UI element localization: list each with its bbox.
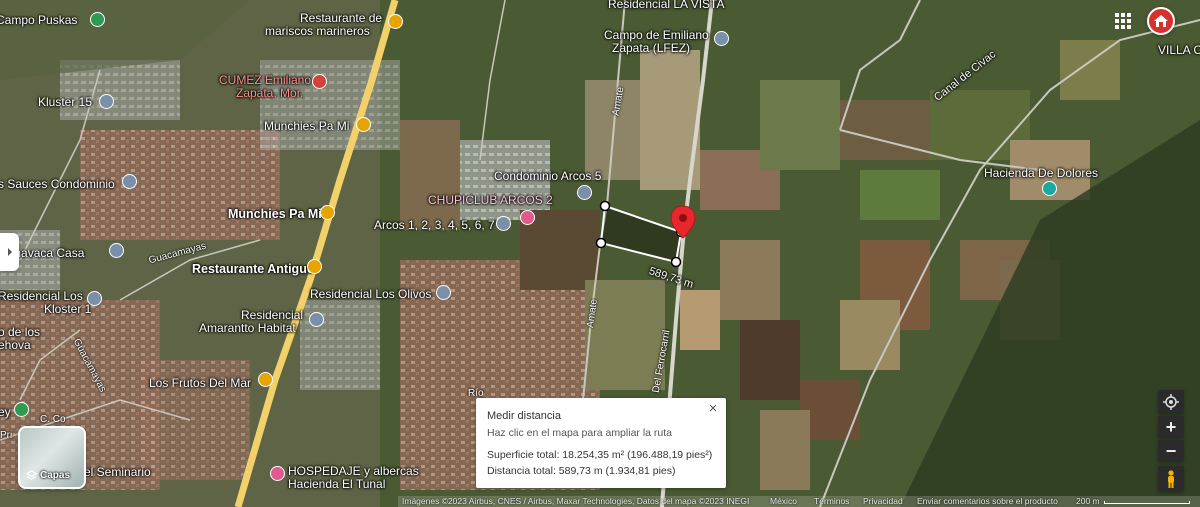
place-residencial-los-line2[interactable]: Kloster 1 xyxy=(44,303,91,316)
frutos-pin-icon[interactable] xyxy=(258,372,273,387)
expand-side-panel-button[interactable] xyxy=(0,233,19,271)
measure-vertex xyxy=(595,237,607,249)
imagery-attribution: Imágenes ©2023 Airbus, CNES / Airbus, Ma… xyxy=(402,496,750,506)
measure-panel-hint: Haz clic en el mapa para ampliar la ruta xyxy=(487,427,673,439)
restaurant-pin-icon[interactable] xyxy=(388,14,403,29)
munchies-pin-icon[interactable] xyxy=(356,117,371,132)
layers-label-group: Capas xyxy=(26,470,70,481)
scale-bar xyxy=(1104,501,1190,504)
close-icon[interactable]: × xyxy=(704,400,722,418)
locate-me-icon xyxy=(1163,394,1179,410)
place-munchies-1[interactable]: Munchies Pa Mi xyxy=(264,120,349,133)
layers-label: Capas xyxy=(40,470,71,481)
place-de-los-line2[interactable]: ehova xyxy=(0,339,31,352)
apps-grid-icon xyxy=(1115,13,1131,29)
place-el-seminario[interactable]: el Seminario xyxy=(84,466,151,479)
place-restaurante-mariscos-line2[interactable]: mariscos marineros xyxy=(265,25,370,38)
layers-icon xyxy=(26,470,37,480)
hacienda-pin-icon[interactable] xyxy=(1042,181,1057,196)
kluster-pin-icon[interactable] xyxy=(99,94,114,109)
measure-vertex xyxy=(599,200,611,212)
road-pri: Pri xyxy=(0,430,13,441)
arcos2-pin-icon[interactable] xyxy=(496,216,511,231)
my-location-button[interactable] xyxy=(1158,390,1184,414)
place-villa[interactable]: VILLA C xyxy=(1158,44,1200,57)
account-avatar-icon xyxy=(1154,15,1168,27)
place-kluster-15[interactable]: Kluster 15 xyxy=(38,96,92,109)
place-hospedaje-line2[interactable]: Hacienda El Tunal xyxy=(288,478,385,491)
road-co: C. Co xyxy=(40,414,66,425)
apps-grid-button[interactable] xyxy=(1112,10,1134,32)
place-munchies-2[interactable]: Munchies Pa Mi xyxy=(228,208,322,221)
campo-puskas-pin-icon[interactable] xyxy=(90,12,105,27)
campo-emiliano-pin-icon[interactable] xyxy=(714,31,729,46)
measure-panel-title: Medir distancia xyxy=(487,410,561,422)
expand-arrow-icon xyxy=(7,248,12,256)
measure-total-distance: Distancia total: 589,73 m (1.934,81 pies… xyxy=(487,465,676,477)
place-arcos[interactable]: Arcos 1, 2, 3, 4, 5, 6, 7 xyxy=(374,219,495,232)
country-link[interactable]: México xyxy=(770,496,797,507)
place-sauces[interactable]: s Sauces Condominio xyxy=(0,178,115,191)
ey-pin-icon[interactable] xyxy=(14,402,29,417)
hospedaje-pin-icon[interactable] xyxy=(270,466,285,481)
place-residencial-olivos[interactable]: Residencial Los Olivos xyxy=(310,288,431,301)
place-residencial-la-vista[interactable]: Residencial LA VISTA xyxy=(608,0,725,11)
place-chupiclub[interactable]: CHUPICLUB ARCOS 2 xyxy=(428,194,553,207)
measure-total-area: Superficie total: 18.254,35 m² (196.488,… xyxy=(487,449,713,461)
amarantto-pin-icon[interactable] xyxy=(309,312,324,327)
munchies2-pin-icon[interactable] xyxy=(320,205,335,220)
place-ey[interactable]: ey xyxy=(0,406,11,419)
place-los-frutos[interactable]: Los Frutos Del Mar xyxy=(149,377,251,390)
account-button[interactable] xyxy=(1147,7,1175,35)
antiguo-pin-icon[interactable] xyxy=(307,259,322,274)
pegman-icon xyxy=(1168,470,1174,488)
zoom-in-button[interactable]: + xyxy=(1158,416,1184,438)
map-footer: Imágenes ©2023 Airbus, CNES / Airbus, Ma… xyxy=(398,496,1200,507)
street-view-button[interactable] xyxy=(1158,466,1184,492)
place-condominio-arcos[interactable]: Condominio Arcos 5 xyxy=(494,170,601,183)
place-restaurante-antiguo[interactable]: Restaurante Antiguo xyxy=(192,263,314,276)
place-campo-emiliano-line2[interactable]: Zapata (LFEZ) xyxy=(612,42,690,55)
hospital-pin-icon[interactable] xyxy=(312,74,327,89)
privacy-link[interactable]: Privacidad xyxy=(863,496,903,507)
place-campo-puskas[interactable]: Campo Puskas xyxy=(0,14,77,27)
place-hacienda-dolores[interactable]: Hacienda De Dolores xyxy=(984,167,1098,180)
terms-link[interactable]: Términos xyxy=(814,496,849,507)
place-cumez-line2[interactable]: Zapata, Mor. xyxy=(236,87,303,100)
arcos-pin-icon[interactable] xyxy=(577,185,592,200)
olivos-pin-icon[interactable] xyxy=(436,285,451,300)
cuernavaca-pin-icon[interactable] xyxy=(109,243,124,258)
layers-button[interactable]: Capas xyxy=(18,426,86,489)
feedback-link[interactable]: Enviar comentarios sobre el producto xyxy=(917,496,1058,507)
zoom-out-button[interactable]: − xyxy=(1158,440,1184,462)
chupiclub-pin-icon[interactable] xyxy=(520,210,535,225)
place-residencial-amarantto-line2[interactable]: Amarantto Habitat xyxy=(199,322,296,335)
measure-distance-panel: Medir distancia × Haz clic en el mapa pa… xyxy=(476,398,726,488)
sauces-pin-icon[interactable] xyxy=(122,174,137,189)
scale-label[interactable]: 200 m xyxy=(1076,496,1100,507)
measure-vertex xyxy=(670,256,682,268)
